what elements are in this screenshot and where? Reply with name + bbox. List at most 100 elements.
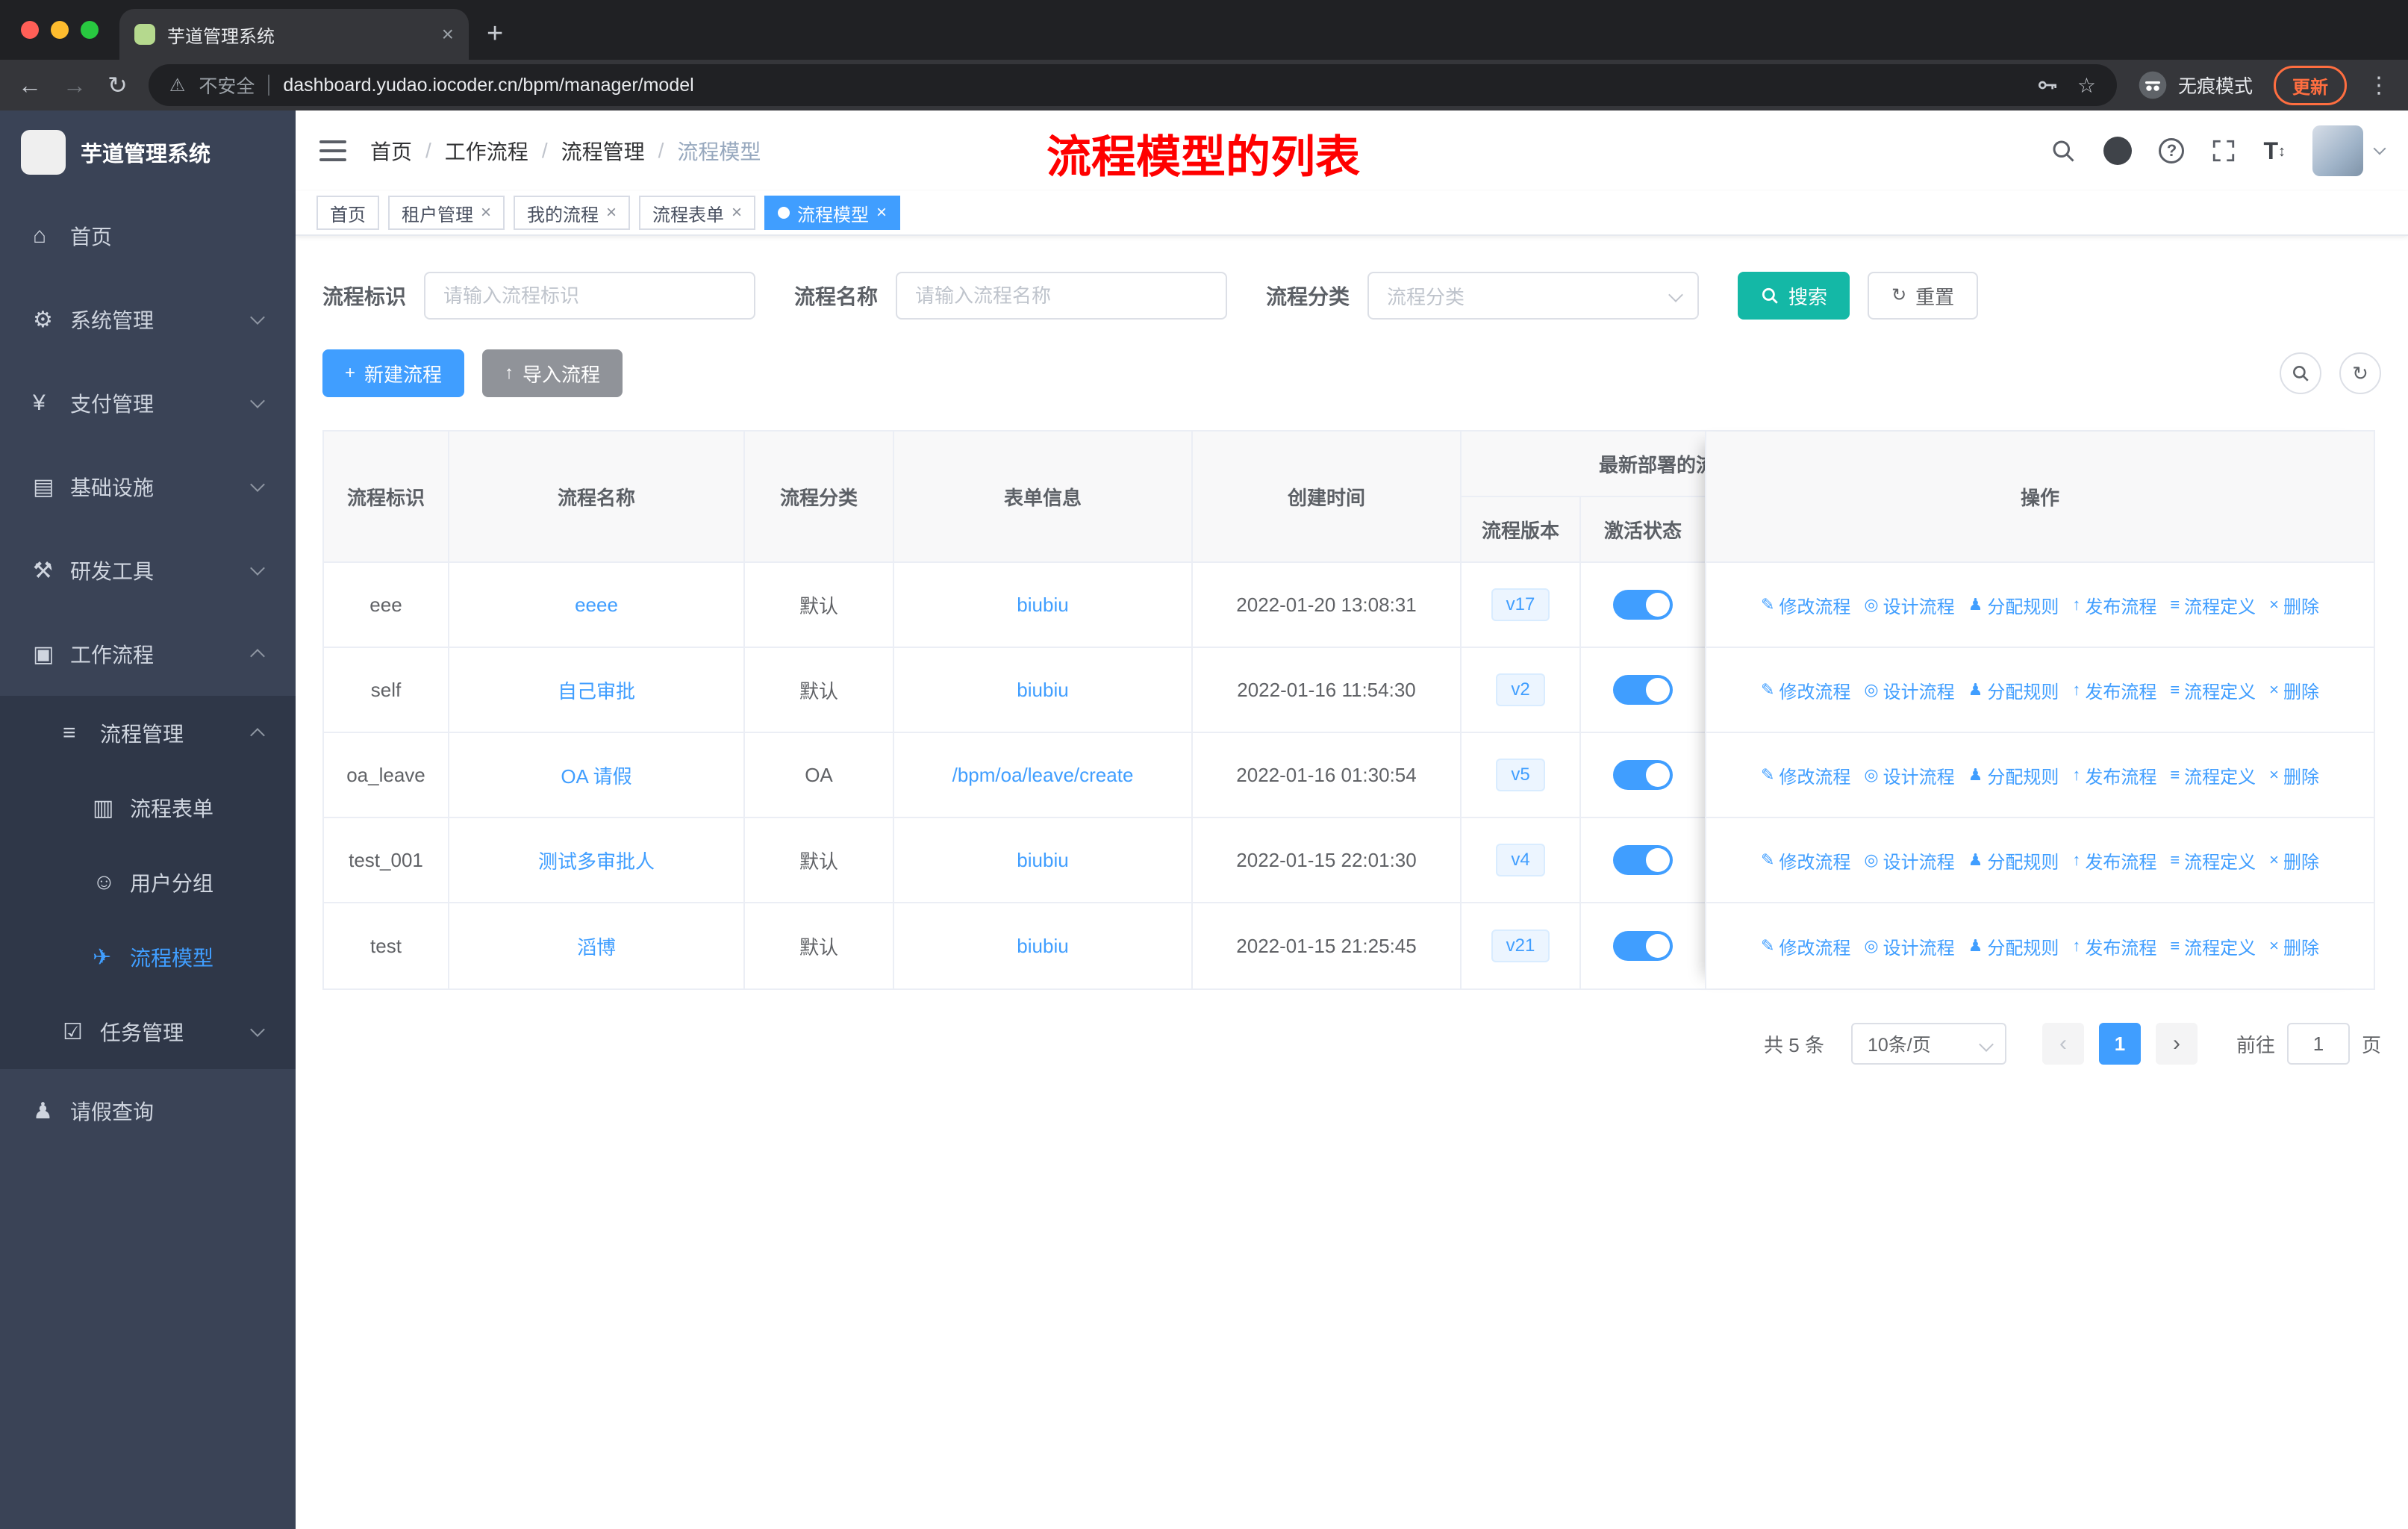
bookmark-star-icon[interactable]: ☆ — [2077, 73, 2096, 98]
sidebar-item[interactable]: ☺ 用户分组 — [0, 845, 296, 920]
delete-flow-button[interactable]: × 删除 — [2269, 933, 2319, 959]
sidebar-item[interactable]: ☑ 任务管理 — [0, 994, 296, 1069]
refresh-table-button[interactable]: ↻ — [2339, 352, 2381, 394]
tag-item[interactable]: 流程表单 × — [639, 196, 756, 230]
design-flow-button[interactable]: ◎ 设计流程 — [1864, 933, 1954, 959]
address-bar[interactable]: ⚠ 不安全 dashboard.yudao.iocoder.cn/bpm/man… — [148, 64, 2117, 106]
process-name-input[interactable] — [896, 272, 1228, 320]
flow-definition-button[interactable]: ≡ 流程定义 — [2170, 847, 2256, 874]
sidebar-item[interactable]: ⚒ 研发工具 — [0, 529, 296, 612]
search-button[interactable]: 搜索 — [1738, 272, 1850, 320]
github-icon[interactable] — [2103, 137, 2133, 165]
forward-icon[interactable]: → — [63, 73, 87, 97]
flow-definition-button[interactable]: ≡ 流程定义 — [2170, 677, 2256, 703]
model-name-link[interactable]: 自己审批 — [558, 676, 635, 704]
process-category-select[interactable]: 流程分类 — [1367, 272, 1700, 320]
design-flow-button[interactable]: ◎ 设计流程 — [1864, 592, 1954, 618]
model-name-link[interactable]: eeee — [575, 594, 618, 617]
breadcrumb-item[interactable]: 首页 — [370, 136, 412, 166]
tag-item[interactable]: 首页 — [316, 196, 379, 230]
page-size-select[interactable]: 10条/页 — [1850, 1023, 2006, 1065]
assign-rule-button[interactable]: ♟ 分配规则 — [1968, 933, 2059, 959]
publish-flow-button[interactable]: ↑ 发布流程 — [2072, 762, 2156, 788]
process-key-input[interactable] — [424, 272, 756, 320]
edit-flow-button[interactable]: ✎ 修改流程 — [1761, 592, 1850, 618]
active-status-toggle[interactable] — [1613, 931, 1673, 961]
window-minimize-button[interactable] — [51, 21, 69, 39]
browser-tab[interactable]: 芋道管理系统 × — [119, 9, 469, 60]
import-process-button[interactable]: ↑ 导入流程 — [482, 349, 623, 397]
sidebar-item[interactable]: ⌂ 首页 — [0, 194, 296, 278]
assign-rule-button[interactable]: ♟ 分配规则 — [1968, 847, 2059, 874]
tag-item[interactable]: 租户管理 × — [388, 196, 505, 230]
form-link[interactable]: biubiu — [1017, 594, 1068, 617]
prev-page-button[interactable]: ‹ — [2042, 1023, 2084, 1065]
tag-close-icon[interactable]: × — [876, 204, 887, 222]
active-status-toggle[interactable] — [1613, 845, 1673, 875]
new-tab-button[interactable]: + — [487, 19, 503, 48]
window-close-button[interactable] — [21, 21, 39, 39]
edit-flow-button[interactable]: ✎ 修改流程 — [1761, 933, 1850, 959]
delete-flow-button[interactable]: × 删除 — [2269, 762, 2319, 788]
sidebar-item[interactable]: ♟ 请假查询 — [0, 1069, 296, 1153]
breadcrumb-item[interactable]: 流程管理 — [561, 136, 645, 166]
search-icon[interactable] — [2050, 137, 2077, 164]
publish-flow-button[interactable]: ↑ 发布流程 — [2072, 592, 2156, 618]
assign-rule-button[interactable]: ♟ 分配规则 — [1968, 762, 2059, 788]
tag-close-icon[interactable]: × — [732, 204, 742, 222]
user-menu[interactable] — [2312, 125, 2386, 176]
tag-item[interactable]: 我的流程 × — [514, 196, 631, 230]
create-process-button[interactable]: + 新建流程 — [322, 349, 465, 397]
assign-rule-button[interactable]: ♟ 分配规则 — [1968, 677, 2059, 703]
browser-update-button[interactable]: 更新 — [2274, 65, 2347, 105]
delete-flow-button[interactable]: × 删除 — [2269, 847, 2319, 874]
sidebar-item[interactable]: ⚙ 系统管理 — [0, 278, 296, 361]
sidebar-item[interactable]: ▥ 流程表单 — [0, 770, 296, 845]
delete-flow-button[interactable]: × 删除 — [2269, 677, 2319, 703]
active-status-toggle[interactable] — [1613, 590, 1673, 620]
app-logo[interactable]: 芋道管理系统 — [0, 110, 296, 194]
flow-definition-button[interactable]: ≡ 流程定义 — [2170, 933, 2256, 959]
form-link[interactable]: biubiu — [1017, 935, 1068, 958]
font-size-icon[interactable]: T↕ — [2263, 137, 2286, 165]
edit-flow-button[interactable]: ✎ 修改流程 — [1761, 677, 1850, 703]
tab-close-icon[interactable]: × — [442, 24, 454, 45]
help-icon[interactable]: ? — [2159, 138, 2185, 164]
flow-definition-button[interactable]: ≡ 流程定义 — [2170, 762, 2256, 788]
active-status-toggle[interactable] — [1613, 675, 1673, 705]
edit-flow-button[interactable]: ✎ 修改流程 — [1761, 762, 1850, 788]
sidebar-item[interactable]: ▣ 工作流程 — [0, 612, 296, 696]
assign-rule-button[interactable]: ♟ 分配规则 — [1968, 592, 2059, 618]
browser-menu-icon[interactable]: ⋮ — [2368, 72, 2390, 99]
tag-active[interactable]: 流程模型 × — [764, 196, 901, 230]
security-label[interactable]: 不安全 — [199, 72, 255, 99]
design-flow-button[interactable]: ◎ 设计流程 — [1864, 762, 1954, 788]
active-status-toggle[interactable] — [1613, 760, 1673, 790]
sidebar-item[interactable]: ≡ 流程管理 — [0, 696, 296, 770]
form-link[interactable]: /bpm/oa/leave/create — [952, 764, 1134, 787]
publish-flow-button[interactable]: ↑ 发布流程 — [2072, 933, 2156, 959]
tag-close-icon[interactable]: × — [606, 204, 617, 222]
sidebar-item[interactable]: ¥ 支付管理 — [0, 361, 296, 445]
model-name-link[interactable]: 滔博 — [577, 932, 616, 960]
sidebar-item[interactable]: ✈ 流程模型 — [0, 920, 296, 994]
design-flow-button[interactable]: ◎ 设计流程 — [1864, 847, 1954, 874]
flow-definition-button[interactable]: ≡ 流程定义 — [2170, 592, 2256, 618]
design-flow-button[interactable]: ◎ 设计流程 — [1864, 677, 1954, 703]
sidebar-item[interactable]: ▤ 基础设施 — [0, 445, 296, 529]
model-name-link[interactable]: OA 请假 — [561, 762, 631, 789]
breadcrumb-item[interactable]: 工作流程 — [445, 136, 528, 166]
next-page-button[interactable]: › — [2155, 1023, 2198, 1065]
window-zoom-button[interactable] — [81, 21, 99, 39]
reset-button[interactable]: ↻ 重置 — [1868, 272, 1979, 320]
reload-icon[interactable]: ↻ — [107, 73, 128, 97]
sidebar-collapse-icon[interactable] — [319, 140, 346, 161]
edit-flow-button[interactable]: ✎ 修改流程 — [1761, 847, 1850, 874]
form-link[interactable]: biubiu — [1017, 849, 1068, 872]
fullscreen-icon[interactable] — [2211, 138, 2236, 164]
delete-flow-button[interactable]: × 删除 — [2269, 592, 2319, 618]
tag-close-icon[interactable]: × — [481, 204, 491, 222]
password-key-icon[interactable] — [2036, 73, 2059, 97]
goto-page-input[interactable] — [2286, 1023, 2350, 1065]
model-name-link[interactable]: 测试多审批人 — [538, 847, 655, 874]
